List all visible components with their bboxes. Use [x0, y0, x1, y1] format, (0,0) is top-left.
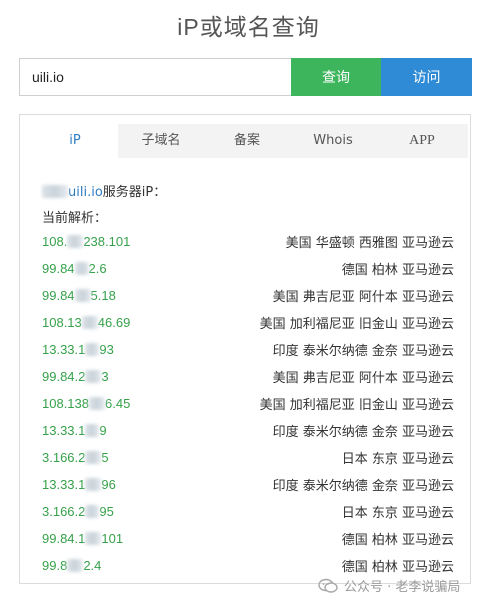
- domain-link[interactable]: uili.io: [68, 185, 103, 200]
- page-title: iP或域名查询: [177, 14, 320, 40]
- watermark-text: 公众号 · 老李说骗局: [344, 580, 461, 595]
- search-bar: 查询 访问: [19, 58, 472, 96]
- tab-ip[interactable]: iP: [32, 124, 118, 158]
- tab-app[interactable]: APP: [376, 124, 468, 158]
- ip-address-link[interactable]: 99.84 2.6: [42, 261, 107, 276]
- ip-address-prefix: 3.166.2: [42, 450, 86, 465]
- result-row: 13.33.1 93 印度 泰米尔纳德 金奈 亚马逊云: [42, 336, 454, 363]
- ip-location: 德国 柏林 亚马逊云: [341, 533, 454, 548]
- ip-address-link[interactable]: 108. 238.101: [42, 234, 130, 249]
- ip-location: 德国 柏林 亚马逊云: [341, 560, 454, 575]
- ip-location: 印度 泰米尔纳德 金奈 亚马逊云: [272, 344, 454, 359]
- ip-location: 德国 柏林 亚马逊云: [341, 263, 454, 278]
- current-resolution-label: 当前解析：: [42, 211, 108, 226]
- ip-address-link[interactable]: 108.13 46.69: [42, 315, 130, 330]
- redacted-blur: [67, 559, 84, 572]
- result-row: 99.8 2.4 德国 柏林 亚马逊云: [42, 552, 454, 579]
- ip-location: 美国 弗吉尼亚 阿什本 亚马逊云: [272, 371, 454, 386]
- ip-result-list: 108. 238.101 美国 华盛顿 西雅图 亚马逊云 99.84 2.6 德国 柏林 …: [42, 228, 454, 579]
- result-row: 13.33.1 9 印度 泰米尔纳德 金奈 亚马逊云: [42, 417, 454, 444]
- ip-address-link[interactable]: 13.33.1 96: [42, 477, 116, 492]
- redacted-blur: [42, 185, 68, 198]
- ip-address-prefix: 99.84: [42, 288, 75, 303]
- redacted-blur: [74, 262, 89, 275]
- ip-address-prefix: 99.84.1: [42, 531, 86, 546]
- ip-address-link[interactable]: 99.84.1 101: [42, 531, 123, 546]
- ip-address-prefix: 108.138: [42, 396, 89, 411]
- ip-location: 日本 东京 亚马逊云: [341, 452, 454, 467]
- ip-address-link[interactable]: 3.166.2 95: [42, 504, 114, 519]
- redacted-blur: [74, 289, 91, 302]
- redacted-blur: [67, 235, 84, 248]
- result-row: 108.138 6.45 美国 加利福尼亚 旧金山 亚马逊云: [42, 390, 454, 417]
- ip-location: 印度 泰米尔纳德 金奈 亚马逊云: [272, 425, 454, 440]
- ip-address-link[interactable]: 99.8 2.4: [42, 558, 101, 573]
- ip-address-suffix: 5.18: [90, 288, 116, 303]
- result-row: 99.84.2 3 美国 弗吉尼亚 阿什本 亚马逊云: [42, 363, 454, 390]
- redacted-blur: [85, 532, 102, 545]
- redacted-blur: [85, 343, 100, 356]
- ip-address-link[interactable]: 3.166.2 5: [42, 450, 109, 465]
- ip-address-link[interactable]: 13.33.1 93: [42, 342, 114, 357]
- server-ip-label: 服务器iP：: [102, 185, 167, 200]
- ip-address-prefix: 13.33.1: [42, 423, 86, 438]
- result-row: 13.33.1 96 印度 泰米尔纳德 金奈 亚马逊云: [42, 471, 454, 498]
- ip-address-suffix: 96: [101, 477, 116, 492]
- ip-address-prefix: 99.84.2: [42, 369, 86, 384]
- redacted-blur: [85, 424, 100, 437]
- result-row: 99.84.1 101 德国 柏林 亚马逊云: [42, 525, 454, 552]
- ip-location: 美国 弗吉尼亚 阿什本 亚马逊云: [272, 290, 454, 305]
- redacted-blur: [85, 478, 102, 491]
- redacted-blur: [85, 370, 102, 383]
- ip-address-prefix: 3.166.2: [42, 504, 86, 519]
- visit-button[interactable]: 访问: [381, 58, 472, 96]
- watermark: 公众号 · 老李说骗局: [318, 576, 460, 595]
- ip-address-suffix: 95: [99, 504, 114, 519]
- ip-address-suffix: 46.69: [97, 315, 131, 330]
- result-row: 99.84 5.18 美国 弗吉尼亚 阿什本 亚马逊云: [42, 282, 454, 309]
- ip-location: 印度 泰米尔纳德 金奈 亚马逊云: [272, 479, 454, 494]
- ip-address-prefix: 108.13: [42, 315, 82, 330]
- ip-address-suffix: 238.101: [83, 234, 131, 249]
- ip-address-prefix: 13.33.1: [42, 477, 86, 492]
- ip-address-suffix: 9: [99, 423, 107, 438]
- ip-address-prefix: 99.8: [42, 558, 68, 573]
- result-row: 99.84 2.6 德国 柏林 亚马逊云: [42, 255, 454, 282]
- tab-bar: iP 子域名 备案 Whois APP: [32, 124, 468, 158]
- ip-address-prefix: 99.84: [42, 261, 75, 276]
- redacted-blur: [81, 316, 98, 329]
- ip-address-prefix: 108.: [42, 234, 68, 249]
- ip-address-link[interactable]: 99.84.2 3: [42, 369, 109, 384]
- result-row: 3.166.2 95 日本 东京 亚马逊云: [42, 498, 454, 525]
- ip-address-link[interactable]: 99.84 5.18: [42, 288, 116, 303]
- result-panel: iP 子域名 备案 Whois APP uili.io服务器iP： 当前解析： …: [19, 114, 471, 584]
- ip-location: 日本 东京 亚马逊云: [341, 506, 454, 521]
- ip-address-suffix: 2.4: [83, 558, 102, 573]
- redacted-blur: [89, 397, 105, 410]
- tab-subdomain[interactable]: 子域名: [118, 124, 204, 158]
- result-row: 3.166.2 5 日本 东京 亚马逊云: [42, 444, 454, 471]
- ip-address-prefix: 13.33.1: [42, 342, 86, 357]
- redacted-blur: [85, 505, 100, 518]
- ip-location: 美国 加利福尼亚 旧金山 亚马逊云: [259, 398, 454, 413]
- ip-address-suffix: 2.6: [88, 261, 107, 276]
- ip-location: 美国 加利福尼亚 旧金山 亚马逊云: [259, 317, 454, 332]
- wechat-icon: [318, 578, 338, 594]
- domain-search-input[interactable]: [19, 58, 291, 96]
- ip-address-link[interactable]: 108.138 6.45: [42, 396, 130, 411]
- ip-address-suffix: 5: [101, 450, 109, 465]
- tab-icp-record[interactable]: 备案: [204, 124, 290, 158]
- redacted-blur: [85, 451, 102, 464]
- ip-address-suffix: 93: [99, 342, 114, 357]
- server-ip-heading: uili.io服务器iP：: [42, 181, 166, 200]
- result-row: 108. 238.101 美国 华盛顿 西雅图 亚马逊云: [42, 228, 454, 255]
- query-button[interactable]: 查询: [291, 58, 381, 96]
- result-row: 108.13 46.69 美国 加利福尼亚 旧金山 亚马逊云: [42, 309, 454, 336]
- tab-whois[interactable]: Whois: [290, 124, 376, 158]
- ip-location: 美国 华盛顿 西雅图 亚马逊云: [285, 236, 454, 251]
- ip-address-suffix: 101: [101, 531, 124, 546]
- ip-address-suffix: 3: [101, 369, 109, 384]
- ip-address-suffix: 6.45: [105, 396, 131, 411]
- ip-address-link[interactable]: 13.33.1 9: [42, 423, 107, 438]
